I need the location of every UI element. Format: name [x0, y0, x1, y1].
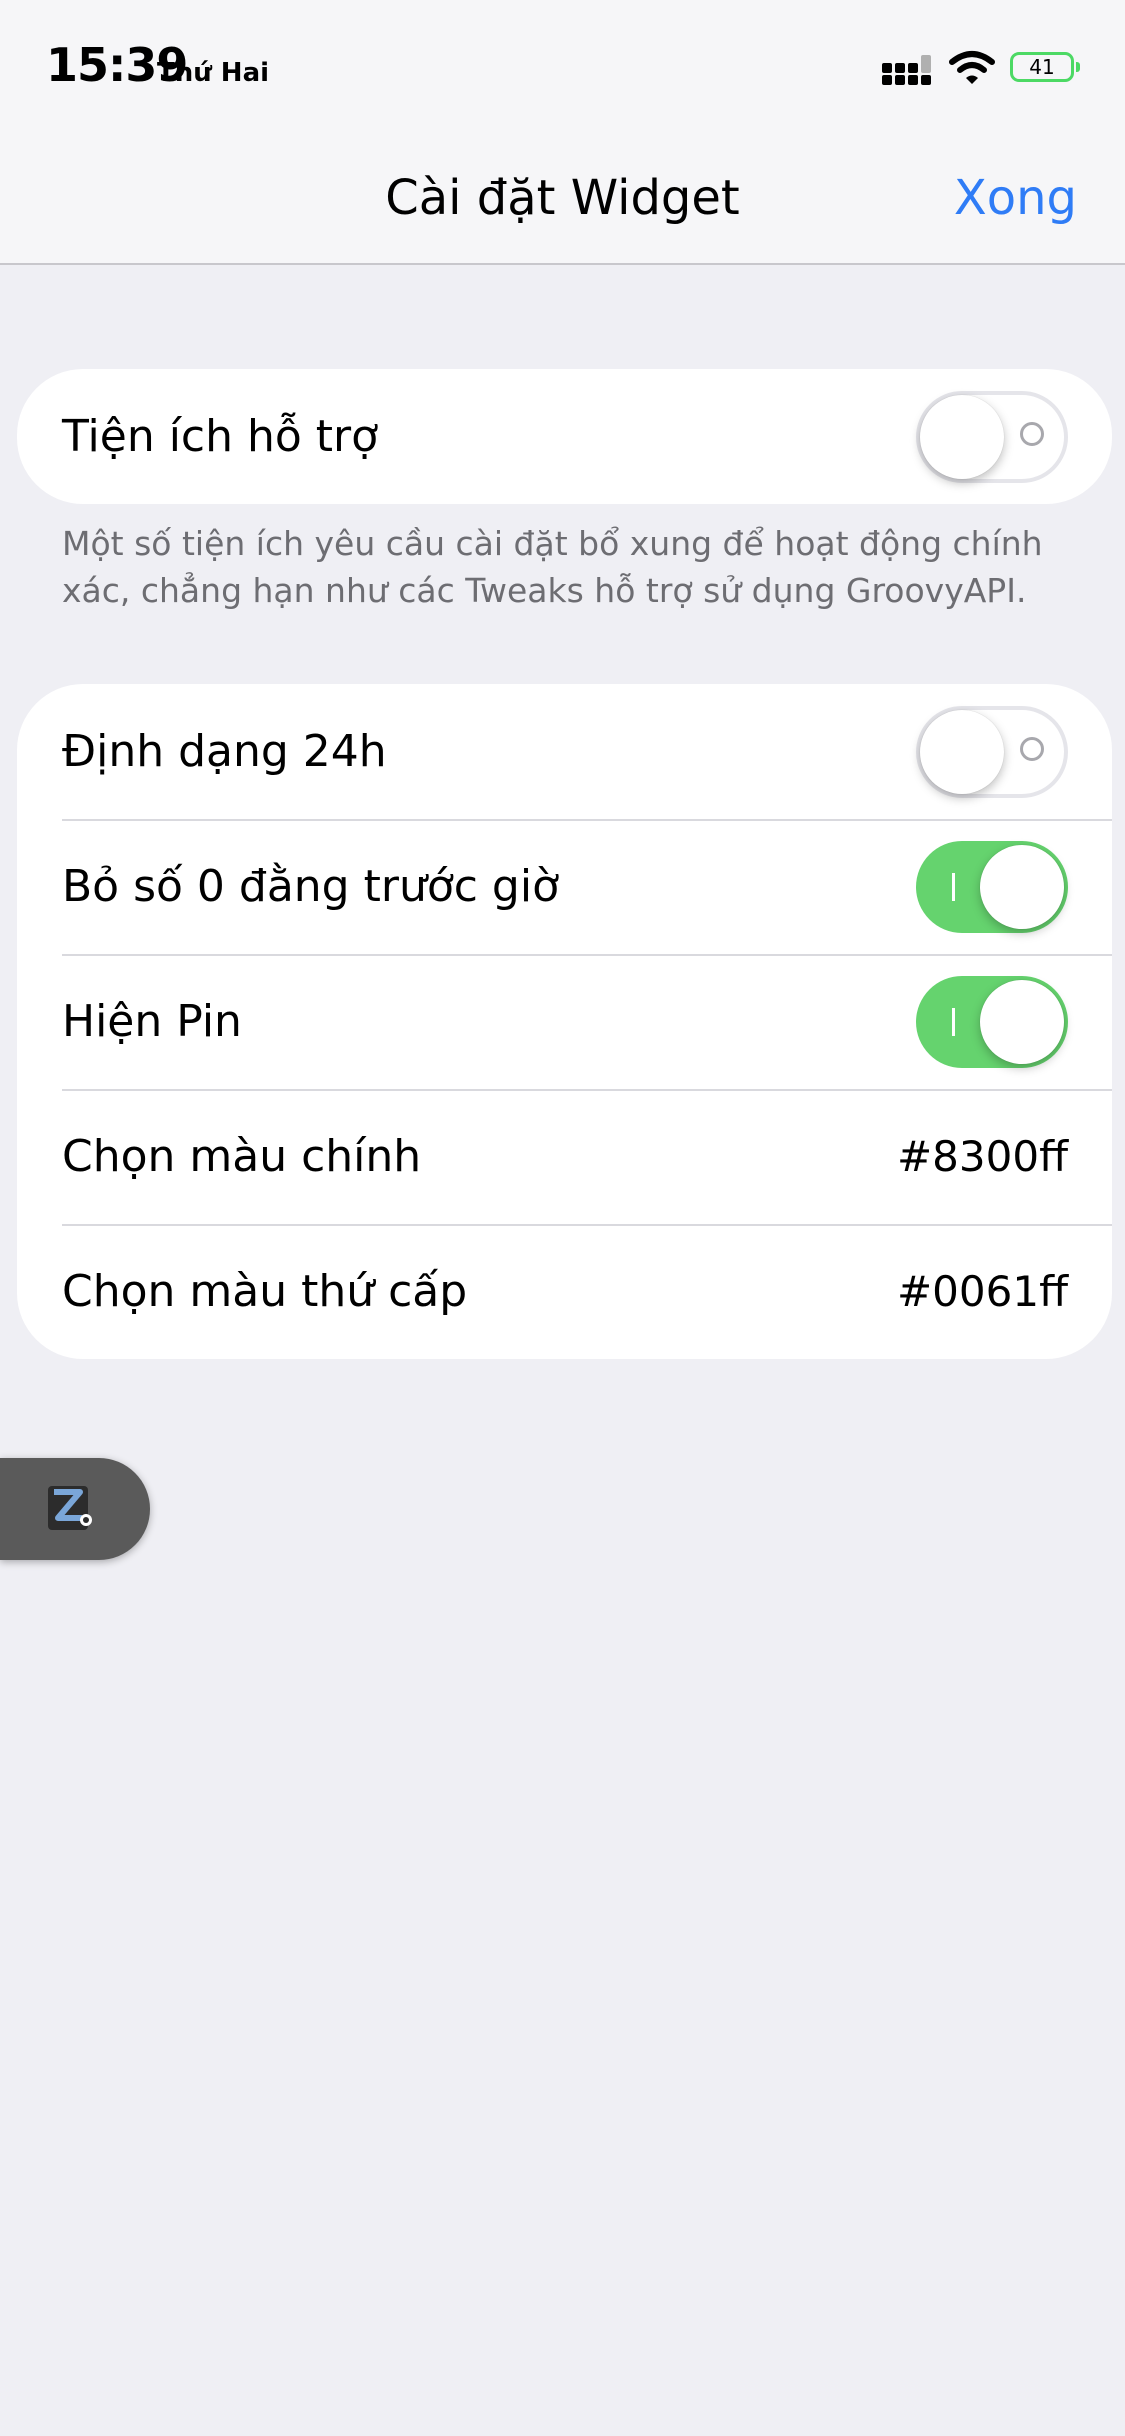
show-battery-toggle[interactable]: [916, 975, 1068, 1068]
toggle-off-glyph: [1020, 421, 1044, 446]
wifi-icon: [949, 51, 995, 84]
row-label: Tiện ích hỗ trợ: [62, 411, 379, 462]
row-label: Hiện Pin: [62, 996, 242, 1047]
zalo-app-icon: [48, 1486, 92, 1530]
toggle-knob: [980, 844, 1064, 929]
toggle-off-glyph: [1020, 736, 1044, 761]
navigation-bar: Cài đặt Widget Xong: [0, 140, 1125, 265]
floating-app-bubble[interactable]: [0, 1458, 150, 1560]
battery-level: 41: [1029, 55, 1055, 79]
row-label: Bỏ số 0 đằng trước giờ: [62, 861, 559, 912]
row-label: Chọn màu chính: [62, 1131, 422, 1182]
row-24h-format: Định dạng 24h: [17, 684, 1112, 819]
row-primary-color[interactable]: Chọn màu chính #8300ff: [17, 1089, 1112, 1224]
toggle-knob: [980, 979, 1064, 1064]
status-day: Thứ Hai: [157, 58, 270, 88]
settings-group-support: Tiện ích hỗ trợ: [17, 369, 1112, 504]
status-bar: 15:39 Thứ Hai 41: [0, 0, 1125, 140]
row-leading-zero: Bỏ số 0 đằng trước giờ: [17, 819, 1112, 954]
toggle-on-glyph: [952, 1007, 955, 1036]
group-footer-note: Một số tiện ích yêu cầu cài đặt bổ xung …: [62, 524, 1043, 610]
primary-color-value: #8300ff: [896, 1132, 1068, 1181]
row-label: Chọn màu thứ cấp: [62, 1266, 468, 1317]
toggle-knob: [920, 709, 1004, 794]
done-button[interactable]: Xong: [954, 170, 1077, 226]
cellular-signal-icon: [882, 55, 936, 85]
toggle-on-glyph: [952, 872, 955, 901]
secondary-color-value: #0061ff: [896, 1267, 1068, 1316]
battery-icon: 41: [1010, 52, 1080, 82]
row-show-battery: Hiện Pin: [17, 954, 1112, 1089]
support-utilities-toggle[interactable]: [916, 390, 1068, 483]
leading-zero-toggle[interactable]: [916, 840, 1068, 933]
toggle-knob: [920, 394, 1004, 479]
24h-format-toggle[interactable]: [916, 705, 1068, 798]
row-secondary-color[interactable]: Chọn màu thứ cấp #0061ff: [17, 1224, 1112, 1359]
settings-group-widget: Định dạng 24h Bỏ số 0 đằng trước giờ Hiệ…: [17, 684, 1112, 1359]
row-label: Định dạng 24h: [62, 726, 387, 777]
row-support-utilities: Tiện ích hỗ trợ: [17, 369, 1112, 504]
